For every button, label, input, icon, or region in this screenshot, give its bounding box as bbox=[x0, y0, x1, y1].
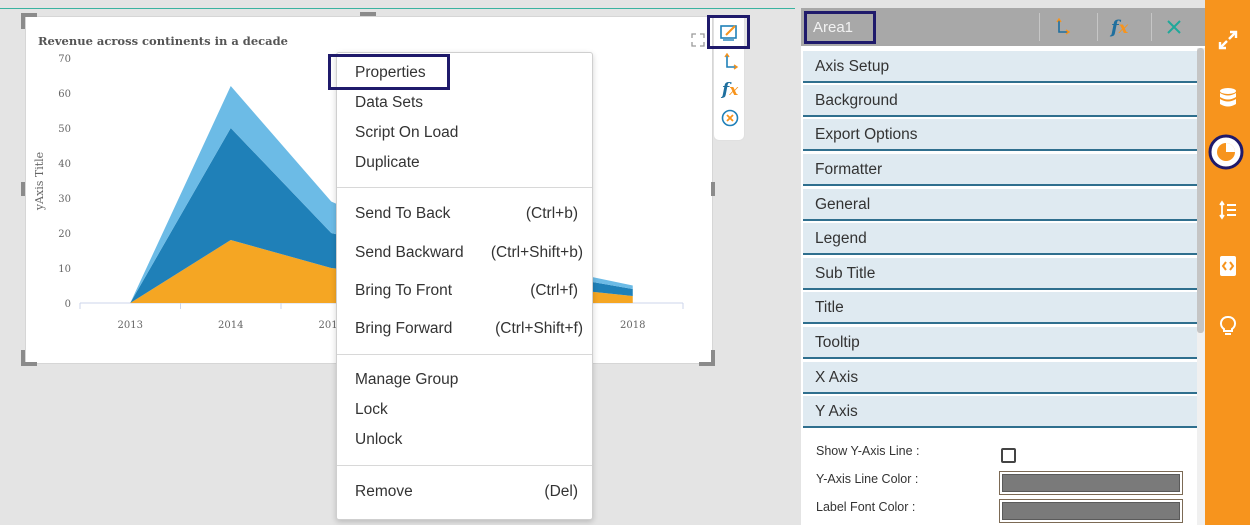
section-title[interactable]: Title bbox=[803, 292, 1197, 324]
script-icon[interactable] bbox=[1205, 246, 1250, 286]
menu-item-bring-to-front[interactable]: Bring To Front bbox=[355, 282, 452, 300]
expand-icon[interactable] bbox=[690, 32, 708, 50]
y-tick-label: 40 bbox=[58, 159, 71, 170]
section-sub-title[interactable]: Sub Title bbox=[803, 258, 1197, 290]
section-general[interactable]: General bbox=[803, 189, 1197, 221]
panel-scrollbar-thumb[interactable] bbox=[1197, 48, 1204, 333]
menu-item-send-to-back[interactable]: Send To Back bbox=[355, 205, 450, 223]
section-x-axis[interactable]: X Axis bbox=[803, 362, 1197, 394]
pie-chart-icon[interactable] bbox=[1205, 132, 1250, 172]
section-export-options[interactable]: Export Options bbox=[803, 119, 1197, 151]
right-toolbar bbox=[1205, 0, 1250, 525]
context-menu: Properties Data Sets Script On Load Dupl… bbox=[336, 52, 593, 520]
show-y-axis-line-checkbox[interactable] bbox=[1001, 448, 1016, 463]
section-legend[interactable]: Legend bbox=[803, 223, 1197, 255]
x-tick-label: 2018 bbox=[620, 320, 645, 331]
menu-item-duplicate[interactable]: Duplicate bbox=[355, 154, 420, 172]
menu-item-manage-group[interactable]: Manage Group bbox=[355, 371, 458, 389]
y-tick-label: 70 bbox=[58, 54, 71, 65]
axis-icon[interactable] bbox=[1039, 13, 1083, 41]
y-axis-line-color-label: Y-Axis Line Color : bbox=[816, 472, 919, 486]
y-tick-label: 0 bbox=[65, 299, 71, 310]
x-tick-label: 2014 bbox=[218, 320, 243, 331]
y-axis-title: yAxis Title bbox=[33, 152, 46, 211]
section-y-axis[interactable]: Y Axis bbox=[803, 396, 1197, 428]
label-font-color-label: Label Font Color : bbox=[816, 500, 916, 514]
menu-item-data-sets[interactable]: Data Sets bbox=[355, 94, 423, 112]
menu-item-lock[interactable]: Lock bbox=[355, 401, 388, 419]
fullscreen-icon[interactable] bbox=[1205, 20, 1250, 60]
y-tick-label: 50 bbox=[58, 124, 71, 135]
component-name-field[interactable]: Area1 bbox=[804, 11, 876, 44]
canvas-top-line bbox=[0, 8, 795, 9]
function-icon[interactable]: fx bbox=[718, 78, 742, 102]
y-tick-label: 10 bbox=[58, 264, 71, 275]
menu-item-unlock[interactable]: Unlock bbox=[355, 431, 402, 449]
section-tooltip[interactable]: Tooltip bbox=[803, 327, 1197, 359]
y-tick-label: 60 bbox=[58, 89, 71, 100]
section-formatter[interactable]: Formatter bbox=[803, 154, 1197, 186]
resize-handle-right[interactable] bbox=[711, 182, 715, 196]
shortcut-bring-forward: (Ctrl+Shift+f) bbox=[495, 320, 583, 337]
show-y-axis-line-label: Show Y-Axis Line : bbox=[816, 444, 920, 458]
section-background[interactable]: Background bbox=[803, 85, 1197, 117]
menu-item-script-on-load[interactable]: Script On Load bbox=[355, 124, 458, 142]
resize-handle-left[interactable] bbox=[21, 182, 25, 196]
panel-header: Area1 fx bbox=[801, 8, 1205, 46]
shortcut-send-to-back: (Ctrl+b) bbox=[525, 205, 578, 222]
design-canvas[interactable]: Revenue across continents in a decade 01… bbox=[0, 0, 795, 525]
menu-separator bbox=[337, 187, 592, 188]
menu-item-remove[interactable]: Remove bbox=[355, 483, 413, 501]
shortcut-remove: (Del) bbox=[544, 483, 578, 500]
remove-icon[interactable] bbox=[718, 106, 742, 130]
shortcut-bring-to-front: (Ctrl+f) bbox=[530, 282, 578, 299]
properties-menu-highlight bbox=[328, 54, 450, 90]
y-tick-label: 20 bbox=[58, 229, 71, 240]
shortcut-send-backward: (Ctrl+Shift+b) bbox=[490, 244, 583, 261]
resize-handle-bl-h[interactable] bbox=[21, 362, 37, 366]
resize-handle-br-h[interactable] bbox=[699, 362, 715, 366]
resize-handle-tl-v[interactable] bbox=[21, 13, 25, 29]
menu-separator bbox=[337, 465, 592, 466]
x-tick-label: 2013 bbox=[118, 320, 143, 331]
menu-item-bring-forward[interactable]: Bring Forward bbox=[355, 320, 452, 338]
menu-item-send-backward[interactable]: Send Backward bbox=[355, 244, 464, 262]
menu-separator bbox=[337, 354, 592, 355]
section-axis-setup[interactable]: Axis Setup bbox=[803, 51, 1197, 83]
close-icon[interactable] bbox=[1151, 13, 1195, 41]
list-icon[interactable] bbox=[1205, 190, 1250, 230]
function-icon[interactable]: fx bbox=[1097, 13, 1141, 41]
axis-icon[interactable] bbox=[718, 50, 742, 74]
label-font-color-picker[interactable] bbox=[999, 499, 1183, 523]
properties-panel: Area1 fx Axis Setup Background Export Op… bbox=[801, 8, 1205, 525]
resize-handle-top[interactable] bbox=[360, 12, 376, 16]
lightbulb-icon[interactable] bbox=[1205, 306, 1250, 346]
database-icon[interactable] bbox=[1205, 78, 1250, 118]
y-tick-label: 30 bbox=[58, 194, 71, 205]
properties-icon-highlight bbox=[707, 15, 750, 49]
y-axis-line-color-picker[interactable] bbox=[999, 471, 1183, 495]
